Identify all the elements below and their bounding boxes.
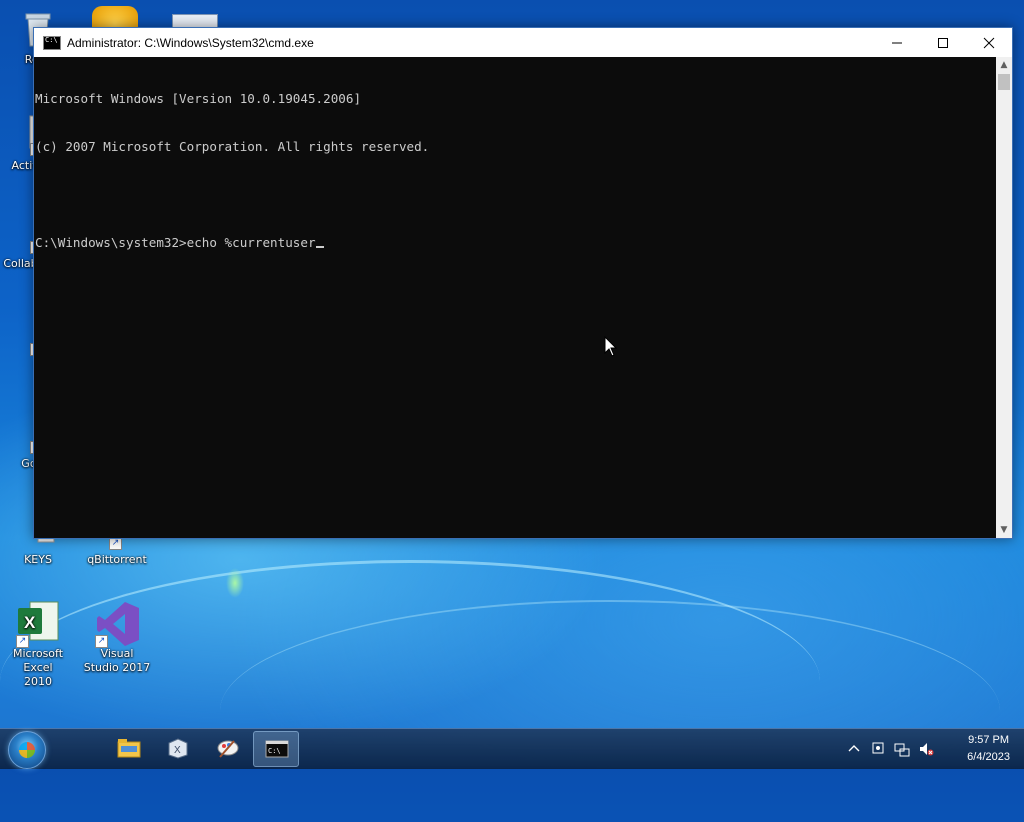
desktop-icon-excel[interactable]: X ↗ Microsoft Excel 2010 (0, 600, 76, 689)
close-icon (983, 37, 995, 48)
console-line: (c) 2007 Microsoft Corporation. All righ… (35, 139, 430, 154)
vertical-scrollbar[interactable]: ▲ ▼ (996, 57, 1012, 538)
paint-icon (217, 740, 239, 758)
desktop-icon-label: qBittorrent (87, 553, 147, 566)
desktop-icon-label: Microsoft Excel 2010 (12, 647, 64, 688)
wallpaper-swoosh-secondary (220, 600, 1000, 822)
minimize-icon (892, 42, 902, 43)
scroll-up-icon[interactable]: ▲ (996, 57, 1012, 73)
text-cursor (315, 246, 324, 248)
maximize-icon (938, 37, 948, 48)
svg-text:X: X (174, 745, 181, 756)
taskbar-app[interactable]: X (155, 731, 201, 767)
cmd-window[interactable]: Administrator: C:\Windows\System32\cmd.e… (33, 27, 1013, 539)
svg-text:C:\: C:\ (268, 747, 281, 755)
window-titlebar[interactable]: Administrator: C:\Windows\System32\cmd.e… (34, 28, 1012, 57)
svg-text:X: X (24, 613, 36, 632)
cmd-app-icon[interactable] (43, 35, 61, 50)
taskbar-clock[interactable]: 9:57 PM 6/4/2023 (967, 732, 1010, 766)
network-icon[interactable] (894, 741, 910, 757)
file-explorer-icon (117, 739, 141, 758)
close-button[interactable] (966, 28, 1012, 57)
window-title: Administrator: C:\Windows\System32\cmd.e… (67, 35, 314, 50)
visual-studio-icon: ↗ (95, 600, 139, 648)
console-output[interactable]: Microsoft Windows [Version 10.0.19045.20… (34, 57, 996, 538)
system-tray: 9:57 PM 6/4/2023 (844, 729, 1024, 769)
taskbar: X C:\ 9:57 PM 6/4/2023 (0, 728, 1024, 769)
taskbar-cmd[interactable]: C:\ (253, 731, 299, 767)
start-button[interactable] (8, 731, 46, 769)
cmd-icon: C:\ (265, 740, 289, 758)
taskbar-paint[interactable] (205, 731, 251, 767)
shortcut-arrow-icon: ↗ (16, 635, 29, 648)
shortcut-arrow-icon: ↗ (95, 635, 108, 648)
desktop-icon-partial-top[interactable] (92, 6, 138, 28)
wallpaper-flare (226, 568, 244, 598)
scroll-down-icon[interactable]: ▼ (996, 522, 1012, 538)
clock-date: 6/4/2023 (967, 751, 1010, 763)
app-icon: X (168, 738, 188, 759)
desktop-icon-label: Visual Studio 2017 (83, 647, 151, 674)
clock-time: 9:57 PM (968, 734, 1010, 746)
taskbar-file-explorer[interactable] (106, 731, 152, 767)
scrollbar-thumb[interactable] (998, 74, 1010, 90)
console-prompt-line[interactable]: C:\Windows\system32>echo %currentuser (35, 235, 996, 251)
volume-muted-icon[interactable] (918, 741, 934, 757)
windows-logo-icon (19, 742, 35, 758)
desktop-icon-label: KEYS (24, 553, 52, 566)
desktop-icon-visual-studio[interactable]: ↗ Visual Studio 2017 (79, 600, 155, 675)
show-hidden-icons-chevron-icon[interactable] (846, 741, 862, 757)
console-line: Microsoft Windows [Version 10.0.19045.20… (35, 91, 362, 106)
console-command: C:\Windows\system32>echo %currentuser (35, 235, 316, 250)
mouse-pointer-icon (604, 336, 618, 357)
minimize-button[interactable] (874, 28, 920, 57)
excel-icon: X ↗ (16, 600, 60, 648)
maximize-button[interactable] (920, 28, 966, 57)
action-center-icon[interactable] (870, 741, 886, 757)
